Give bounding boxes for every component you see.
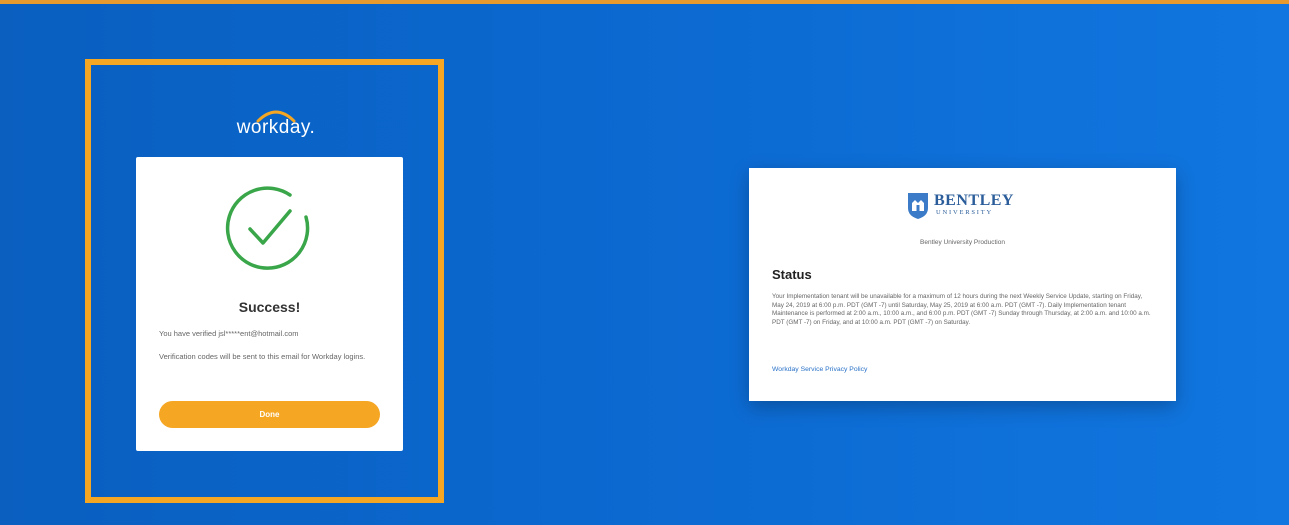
top-accent-line xyxy=(0,0,1289,4)
bentley-shield-icon xyxy=(908,193,928,219)
done-button[interactable]: Done xyxy=(159,401,380,428)
bentley-name: BENTLEY xyxy=(934,192,1014,209)
verification-codes-text: Verification codes will be sent to this … xyxy=(159,352,366,361)
success-card: Success! You have verified jsl*****ent@h… xyxy=(136,157,403,451)
workday-logo: workday. xyxy=(231,105,321,145)
status-card: BENTLEY UNIVERSITY Bentley University Pr… xyxy=(749,168,1176,401)
tenant-name: Bentley University Production xyxy=(920,239,1005,246)
bentley-subtitle: UNIVERSITY xyxy=(936,209,993,216)
workday-logo-text: workday. xyxy=(236,117,316,138)
status-body-text: Your Implementation tenant will be unava… xyxy=(772,293,1151,326)
privacy-policy-link[interactable]: Workday Service Privacy Policy xyxy=(772,366,867,373)
verified-email-text: You have verified jsl*****ent@hotmail.co… xyxy=(159,329,299,338)
bentley-logo: BENTLEY UNIVERSITY xyxy=(907,192,1022,222)
checkmark-circle-icon xyxy=(225,186,310,270)
success-title: Success! xyxy=(238,299,301,315)
highlight-box: workday. Success! You have verified jsl*… xyxy=(85,59,444,503)
status-heading: Status xyxy=(772,267,812,282)
